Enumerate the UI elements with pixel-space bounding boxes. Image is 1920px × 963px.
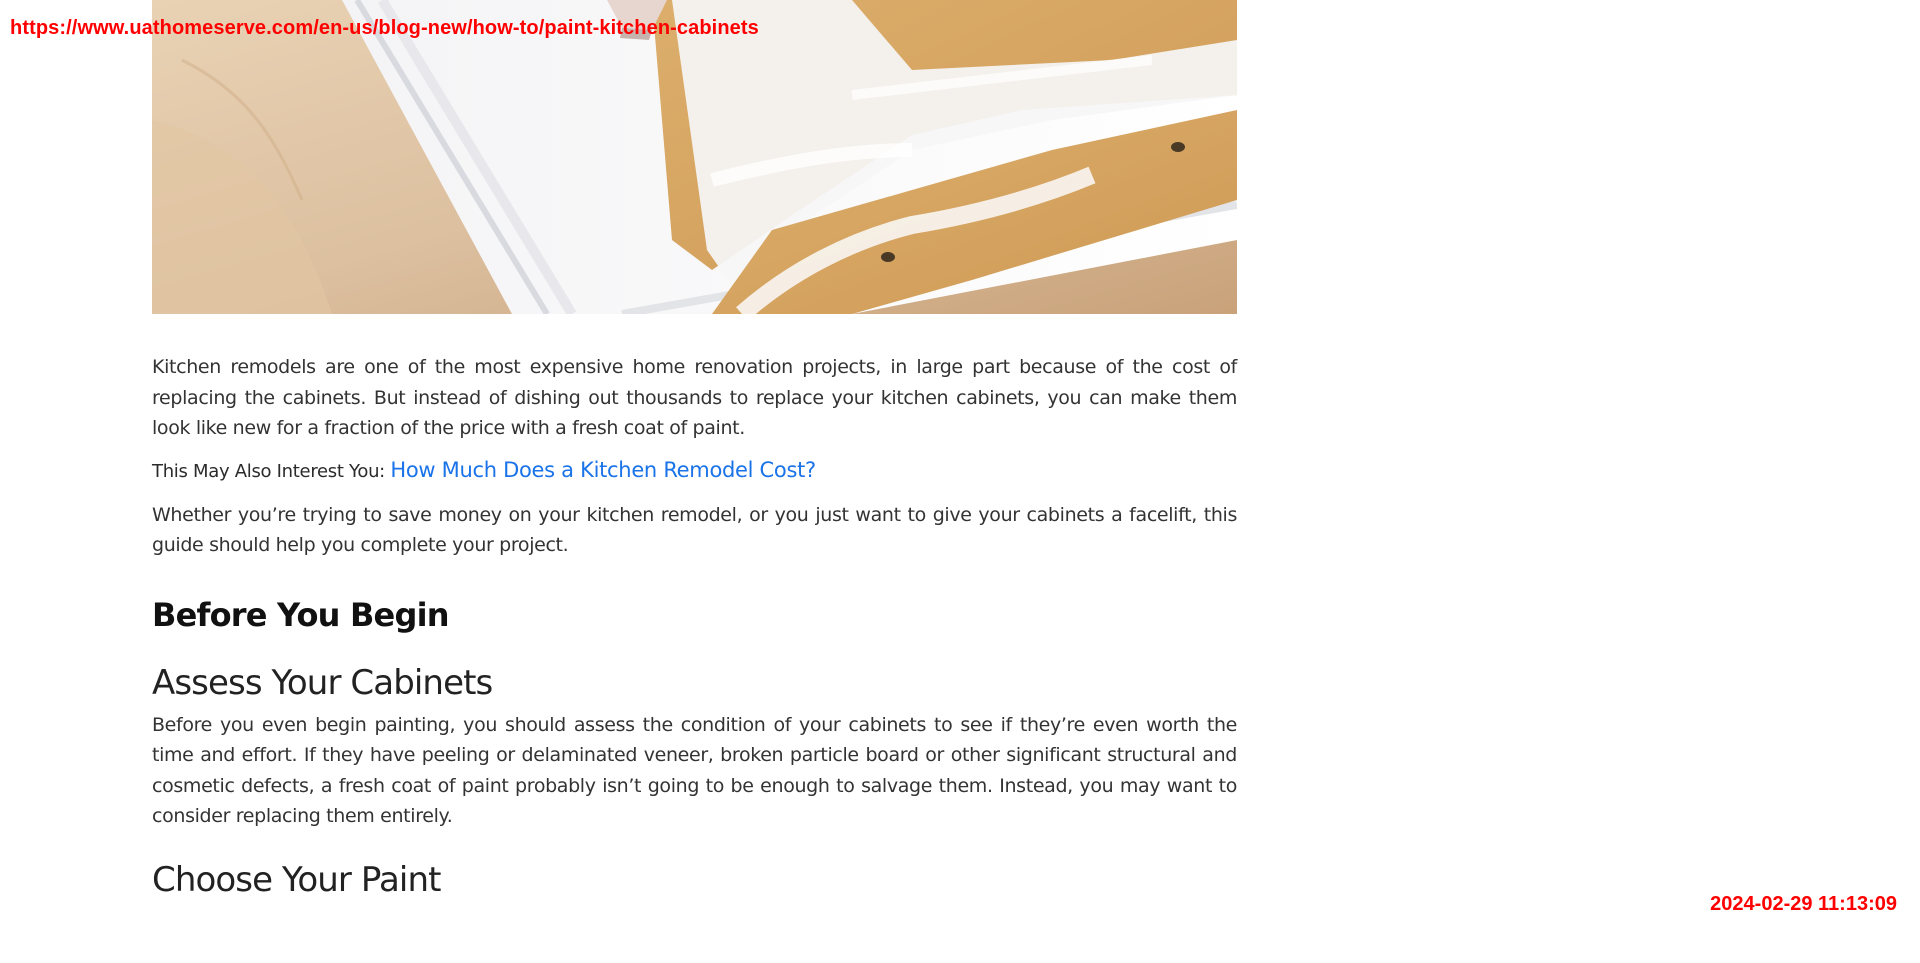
assess-heading: Assess Your Cabinets: [152, 662, 493, 703]
url-overlay: https://www.uathomeserve.com/en-us/blog-…: [10, 17, 759, 39]
painted-cabinet-door-image: [152, 0, 1237, 314]
assess-paragraph: Before you even begin painting, you shou…: [152, 713, 1237, 828]
hero-image: [152, 0, 1237, 314]
related-article-link[interactable]: How Much Does a Kitchen Remodel Cost?: [390, 458, 816, 482]
related-article: This May Also Interest You: How Much Doe…: [152, 455, 1237, 487]
section-heading: Before You Begin: [152, 595, 450, 634]
guide-paragraph: Whether you’re trying to save money on y…: [152, 503, 1237, 557]
choose-paint-heading: Choose Your Paint: [152, 859, 441, 900]
intro-paragraph: Kitchen remodels are one of the most exp…: [152, 356, 1237, 439]
article-body: Kitchen remodels are one of the most exp…: [152, 352, 1237, 903]
timestamp-overlay: 2024-02-29 11:13:09: [1710, 893, 1897, 915]
related-prefix: This May Also Interest You:: [152, 460, 391, 482]
